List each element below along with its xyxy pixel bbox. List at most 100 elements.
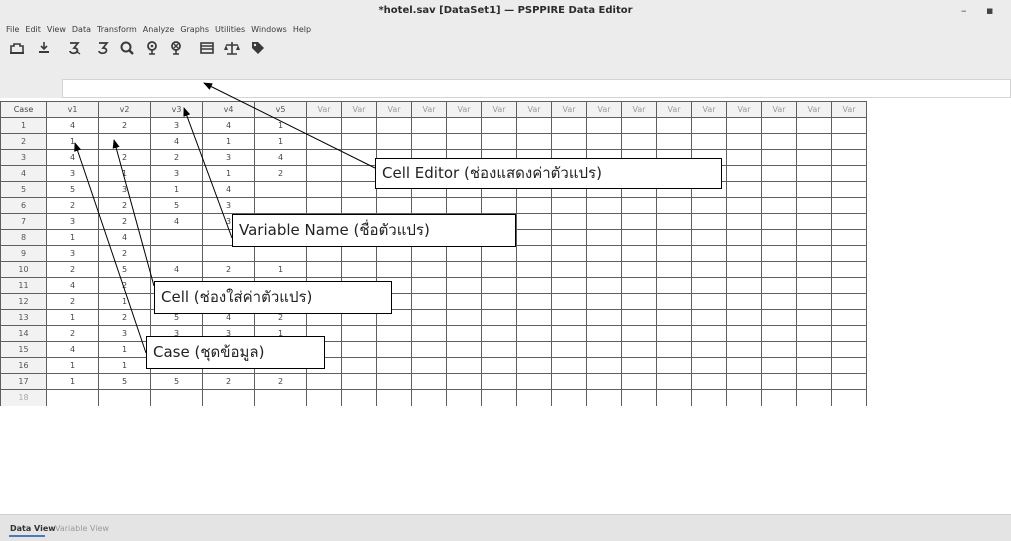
empty-cell[interactable]: [516, 293, 552, 310]
empty-cell[interactable]: [306, 373, 342, 390]
empty-cell[interactable]: [411, 373, 447, 390]
empty-cell[interactable]: [586, 341, 622, 358]
empty-cell[interactable]: [621, 245, 657, 262]
empty-cell[interactable]: [761, 309, 797, 326]
empty-cell[interactable]: [761, 133, 797, 150]
empty-cell[interactable]: [551, 309, 587, 326]
empty-cell[interactable]: [586, 373, 622, 390]
empty-cell[interactable]: [761, 245, 797, 262]
empty-cell[interactable]: [656, 277, 692, 294]
empty-cell[interactable]: [481, 389, 517, 406]
column-header-v4[interactable]: v4: [202, 101, 255, 118]
data-cell[interactable]: [202, 245, 255, 262]
column-header-var[interactable]: Var: [796, 101, 832, 118]
empty-cell[interactable]: [411, 261, 447, 278]
empty-cell[interactable]: [831, 133, 867, 150]
empty-cell[interactable]: [446, 245, 482, 262]
value-labels-icon[interactable]: [248, 39, 268, 57]
empty-cell[interactable]: [761, 261, 797, 278]
empty-cell[interactable]: [691, 389, 727, 406]
column-header-var[interactable]: Var: [761, 101, 797, 118]
data-cell[interactable]: 4: [150, 133, 203, 150]
empty-cell[interactable]: [691, 277, 727, 294]
case-number[interactable]: 7: [0, 213, 47, 230]
case-number[interactable]: 2: [0, 133, 47, 150]
column-header-var[interactable]: Var: [831, 101, 867, 118]
empty-cell[interactable]: [306, 181, 342, 198]
empty-cell[interactable]: [621, 309, 657, 326]
data-cell[interactable]: 3: [46, 213, 99, 230]
empty-cell[interactable]: [376, 245, 412, 262]
empty-cell[interactable]: [796, 165, 832, 182]
empty-cell[interactable]: [481, 133, 517, 150]
empty-cell[interactable]: [446, 261, 482, 278]
column-header-var[interactable]: Var: [586, 101, 622, 118]
data-cell[interactable]: [202, 389, 255, 406]
data-cell[interactable]: 1: [98, 357, 151, 374]
data-cell[interactable]: 1: [46, 309, 99, 326]
data-cell[interactable]: 4: [46, 149, 99, 166]
data-cell[interactable]: 2: [46, 197, 99, 214]
empty-cell[interactable]: [831, 149, 867, 166]
case-number[interactable]: 6: [0, 197, 47, 214]
empty-cell[interactable]: [446, 309, 482, 326]
empty-cell[interactable]: [796, 325, 832, 342]
empty-cell[interactable]: [586, 277, 622, 294]
column-header-var[interactable]: Var: [551, 101, 587, 118]
empty-cell[interactable]: [551, 341, 587, 358]
empty-cell[interactable]: [551, 261, 587, 278]
column-header-var[interactable]: Var: [621, 101, 657, 118]
empty-cell[interactable]: [586, 197, 622, 214]
data-cell[interactable]: 5: [46, 181, 99, 198]
empty-cell[interactable]: [656, 213, 692, 230]
data-cell[interactable]: 5: [150, 373, 203, 390]
empty-cell[interactable]: [691, 309, 727, 326]
empty-cell[interactable]: [761, 181, 797, 198]
empty-cell[interactable]: [411, 357, 447, 374]
case-number[interactable]: 11: [0, 277, 47, 294]
case-number[interactable]: 8: [0, 229, 47, 246]
empty-cell[interactable]: [306, 261, 342, 278]
empty-cell[interactable]: [376, 373, 412, 390]
empty-cell[interactable]: [726, 389, 762, 406]
empty-cell[interactable]: [691, 213, 727, 230]
data-cell[interactable]: 3: [202, 197, 255, 214]
empty-cell[interactable]: [446, 277, 482, 294]
empty-cell[interactable]: [831, 357, 867, 374]
case-number[interactable]: 3: [0, 149, 47, 166]
data-cell[interactable]: 4: [254, 149, 307, 166]
empty-cell[interactable]: [446, 197, 482, 214]
column-header-var[interactable]: Var: [376, 101, 412, 118]
empty-cell[interactable]: [656, 245, 692, 262]
empty-cell[interactable]: [551, 197, 587, 214]
empty-cell[interactable]: [481, 261, 517, 278]
empty-cell[interactable]: [516, 389, 552, 406]
empty-cell[interactable]: [621, 117, 657, 134]
empty-cell[interactable]: [656, 309, 692, 326]
empty-cell[interactable]: [341, 133, 377, 150]
empty-cell[interactable]: [831, 341, 867, 358]
menu-transform[interactable]: Transform: [94, 25, 140, 34]
empty-cell[interactable]: [656, 389, 692, 406]
empty-cell[interactable]: [341, 165, 377, 182]
data-cell[interactable]: 4: [46, 277, 99, 294]
empty-cell[interactable]: [341, 149, 377, 166]
empty-cell[interactable]: [586, 309, 622, 326]
empty-cell[interactable]: [761, 341, 797, 358]
data-cell[interactable]: [150, 389, 203, 406]
empty-cell[interactable]: [796, 341, 832, 358]
empty-cell[interactable]: [516, 357, 552, 374]
empty-cell[interactable]: [796, 149, 832, 166]
empty-cell[interactable]: [761, 165, 797, 182]
empty-cell[interactable]: [726, 117, 762, 134]
weight-cases-icon[interactable]: [222, 39, 242, 57]
empty-cell[interactable]: [796, 261, 832, 278]
data-cell[interactable]: 2: [46, 293, 99, 310]
data-cell[interactable]: 1: [150, 181, 203, 198]
empty-cell[interactable]: [761, 373, 797, 390]
empty-cell[interactable]: [726, 261, 762, 278]
empty-cell[interactable]: [481, 325, 517, 342]
empty-cell[interactable]: [726, 341, 762, 358]
empty-cell[interactable]: [726, 245, 762, 262]
data-cell[interactable]: 4: [150, 261, 203, 278]
